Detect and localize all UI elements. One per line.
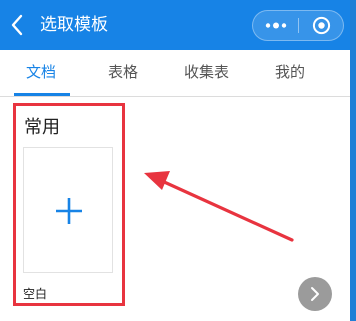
tab-forms[interactable]: 收集表 <box>184 61 229 82</box>
more-dots-icon[interactable] <box>261 18 291 33</box>
side-strip <box>350 0 356 321</box>
tab-documents[interactable]: 文档 <box>26 61 56 82</box>
chevron-right-icon <box>311 287 319 301</box>
divider <box>0 96 350 97</box>
annotation-highlight-box <box>13 103 125 306</box>
chevron-left-icon[interactable] <box>9 13 25 37</box>
menu-capsule <box>252 10 344 41</box>
tab-mine[interactable]: 我的 <box>275 61 305 82</box>
tab-bar: 文档 表格 收集表 我的 <box>0 50 350 96</box>
page-title: 选取模板 <box>40 15 108 35</box>
tab-sheets[interactable]: 表格 <box>108 61 138 82</box>
capsule-divider <box>298 18 299 33</box>
header-bar: 选取模板 <box>0 0 350 50</box>
next-page-button[interactable] <box>298 277 332 311</box>
target-icon[interactable] <box>312 16 331 35</box>
